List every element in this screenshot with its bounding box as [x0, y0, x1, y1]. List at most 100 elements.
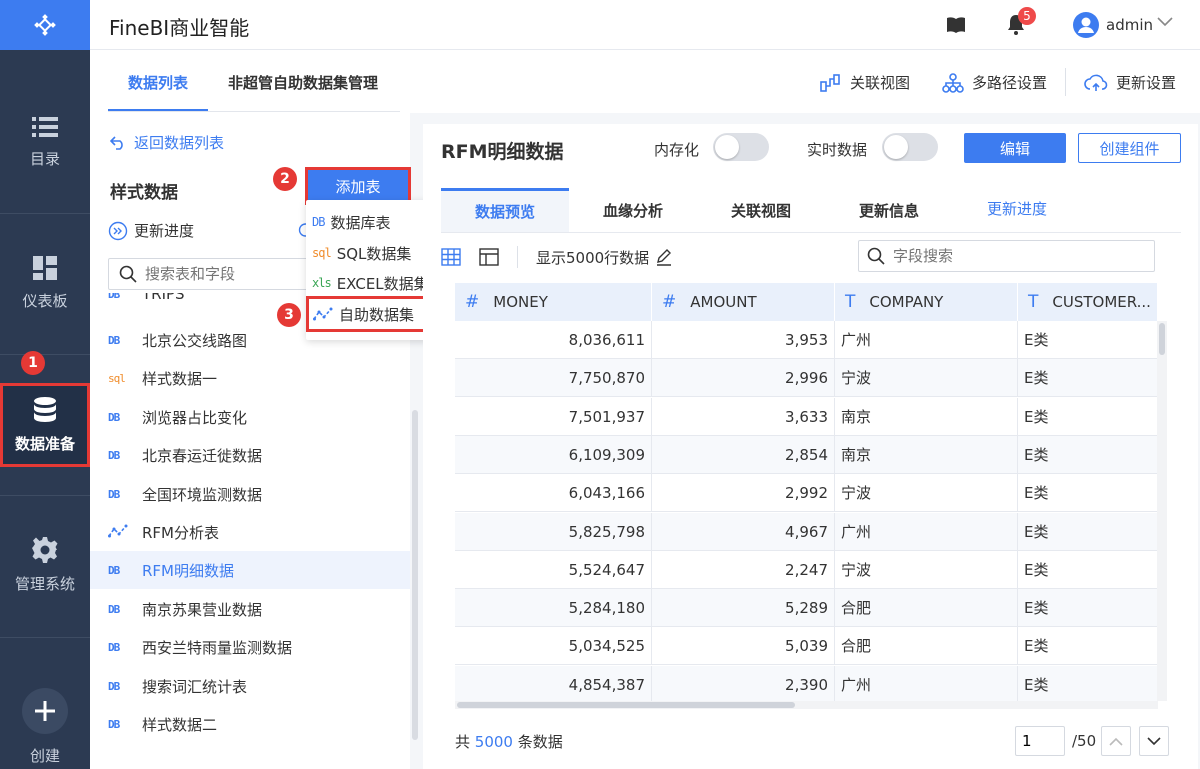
table-cell: 广州	[835, 665, 1018, 701]
next-page-button[interactable]	[1139, 726, 1169, 756]
table-row[interactable]: 5,284,180 5,289 合肥 E类	[455, 589, 1158, 628]
column-header[interactable]: # AMOUNT	[652, 283, 835, 321]
list-item[interactable]: RFM分析表	[90, 513, 410, 551]
list-item[interactable]: DB 样式数据二	[90, 705, 410, 743]
database-icon	[34, 396, 56, 422]
tab-update-info[interactable]: 更新信息	[825, 188, 953, 232]
row-count-value: 5000	[474, 733, 513, 751]
page-number-field[interactable]	[1016, 727, 1064, 755]
column-header[interactable]: # MONEY	[455, 283, 652, 321]
create-button[interactable]	[22, 688, 68, 734]
menu-item-sql-dataset[interactable]: sql SQL数据集	[312, 239, 411, 267]
menu-item-excel-dataset[interactable]: xls EXCEL数据集	[312, 269, 429, 297]
table-cell: 广州	[835, 512, 1018, 551]
table-row[interactable]: 6,109,309 2,854 南京 E类	[455, 435, 1158, 474]
column-header[interactable]: T COMPANY	[835, 283, 1018, 321]
list-item[interactable]: DB 浏览器占比变化	[90, 398, 410, 436]
table-hscroll[interactable]	[455, 701, 1158, 709]
field-search[interactable]	[858, 240, 1155, 272]
list-item[interactable]: sql 样式数据一	[90, 359, 410, 397]
table-vscroll[interactable]	[1157, 321, 1167, 701]
realtime-toggle[interactable]	[882, 133, 938, 161]
list-item[interactable]: DB 西安兰特雨量监测数据	[90, 628, 410, 666]
table-cell: 2,854	[652, 435, 835, 474]
user-name[interactable]: admin	[1106, 16, 1153, 34]
update-settings-button[interactable]: 更新设置	[1084, 72, 1176, 93]
excel-icon: xls	[312, 276, 332, 290]
table-row[interactable]: 5,034,525 5,039 合肥 E类	[455, 627, 1158, 666]
page-title: RFM明细数据	[441, 141, 564, 163]
prev-page-button[interactable]	[1101, 726, 1131, 756]
table-cell: 4,967	[652, 512, 835, 551]
table-header: # MONEY # AMOUNT T COMPANY T CUSTOMER...	[455, 283, 1158, 321]
tab-self-dataset-admin[interactable]: 非超管自助数据集管理	[228, 72, 378, 93]
rail-item-catalog[interactable]: 目录	[0, 101, 90, 183]
table-row[interactable]: 7,750,870 2,996 宁波 E类	[455, 359, 1158, 398]
table-cell: 4,854,387	[455, 665, 652, 701]
step-3-marker: 3	[277, 303, 301, 327]
field-search-input[interactable]	[893, 247, 1123, 265]
table-row[interactable]: 8,036,611 3,953 广州 E类	[455, 321, 1158, 359]
table-row[interactable]: 4,854,387 2,390 广州 E类	[455, 665, 1158, 701]
edit-button[interactable]: 编辑	[964, 133, 1066, 163]
page-input[interactable]	[1015, 726, 1065, 756]
app-logo[interactable]	[0, 0, 90, 50]
table-cell: 7,501,937	[455, 397, 652, 436]
table-row[interactable]: 7,501,937 3,633 南京 E类	[455, 397, 1158, 436]
tab-update-progress[interactable]: 更新进度	[953, 186, 1081, 230]
db-icon: DB	[108, 640, 120, 654]
show-rows-label[interactable]: 显示5000行数据	[536, 247, 649, 268]
table-row[interactable]: 6,043,166 2,992 宁波 E类	[455, 474, 1158, 513]
menu-item-db-table[interactable]: DB 数据库表	[312, 208, 390, 236]
in-memory-toggle[interactable]	[713, 133, 769, 161]
table-cell: 5,284,180	[455, 589, 652, 628]
db-icon: DB	[312, 215, 325, 229]
table-cell: 3,633	[652, 397, 835, 436]
update-progress-label: 更新进度	[134, 222, 195, 240]
back-to-list-link[interactable]: 返回数据列表	[110, 132, 224, 153]
self-dataset-icon	[313, 307, 333, 321]
table-cell: 5,289	[652, 589, 835, 628]
list-item[interactable]: DB 搜索词汇统计表	[90, 667, 410, 705]
step-1-marker: 1	[21, 351, 45, 375]
relation-view-button[interactable]: 关联视图	[820, 72, 910, 93]
create-component-button[interactable]: 创建组件	[1078, 133, 1181, 163]
rail-item-data-prep[interactable]: 数据准备	[0, 383, 90, 467]
list-item-selected[interactable]: DB RFM明细数据	[90, 551, 410, 589]
table-cell: E类	[1018, 321, 1158, 359]
pencil-icon[interactable]	[655, 248, 673, 266]
table-cell: E类	[1018, 435, 1158, 474]
sql-icon: sql	[108, 371, 126, 385]
book-icon[interactable]	[946, 16, 966, 34]
tab-lineage[interactable]: 血缘分析	[569, 188, 697, 232]
table-row[interactable]: 5,524,647 2,247 宁波 E类	[455, 550, 1158, 589]
table-row[interactable]: 5,825,798 4,967 广州 E类	[455, 512, 1158, 551]
update-progress-button[interactable]: 更新进度	[108, 220, 194, 241]
table-cell: 南京	[835, 397, 1018, 436]
avatar[interactable]	[1073, 12, 1099, 38]
column-header[interactable]: T CUSTOMER...	[1018, 283, 1158, 321]
tab-data-list[interactable]: 数据列表	[128, 72, 188, 93]
notification-badge: 5	[1018, 7, 1036, 25]
rail-item-admin[interactable]: 管理系统	[0, 524, 90, 606]
table-cell: 宁波	[835, 474, 1018, 513]
db-icon: DB	[108, 602, 120, 616]
rail-label-create: 创建	[29, 747, 60, 765]
tab-relation-view[interactable]: 关联视图	[697, 188, 825, 232]
layout-view-icon[interactable]	[479, 248, 499, 266]
relation-view-label: 关联视图	[850, 74, 911, 92]
table-cell: E类	[1018, 397, 1158, 436]
chevron-down-icon[interactable]	[1157, 17, 1173, 27]
tab-data-preview[interactable]: 数据预览	[441, 188, 569, 232]
grid-view-icon[interactable]	[441, 248, 461, 266]
rail-item-dashboard[interactable]: 仪表板	[0, 242, 90, 324]
progress-icon	[108, 221, 128, 240]
list-scrollbar[interactable]	[412, 410, 418, 740]
list-item[interactable]: DB 全国环境监测数据	[90, 475, 410, 513]
table-cell: E类	[1018, 627, 1158, 666]
db-icon: DB	[108, 410, 120, 424]
multipath-settings-button[interactable]: 多路径设置	[942, 72, 1047, 93]
list-item[interactable]: DB 南京苏果营业数据	[90, 590, 410, 628]
search-icon	[119, 265, 137, 283]
list-item[interactable]: DB 北京春运迁徙数据	[90, 436, 410, 474]
